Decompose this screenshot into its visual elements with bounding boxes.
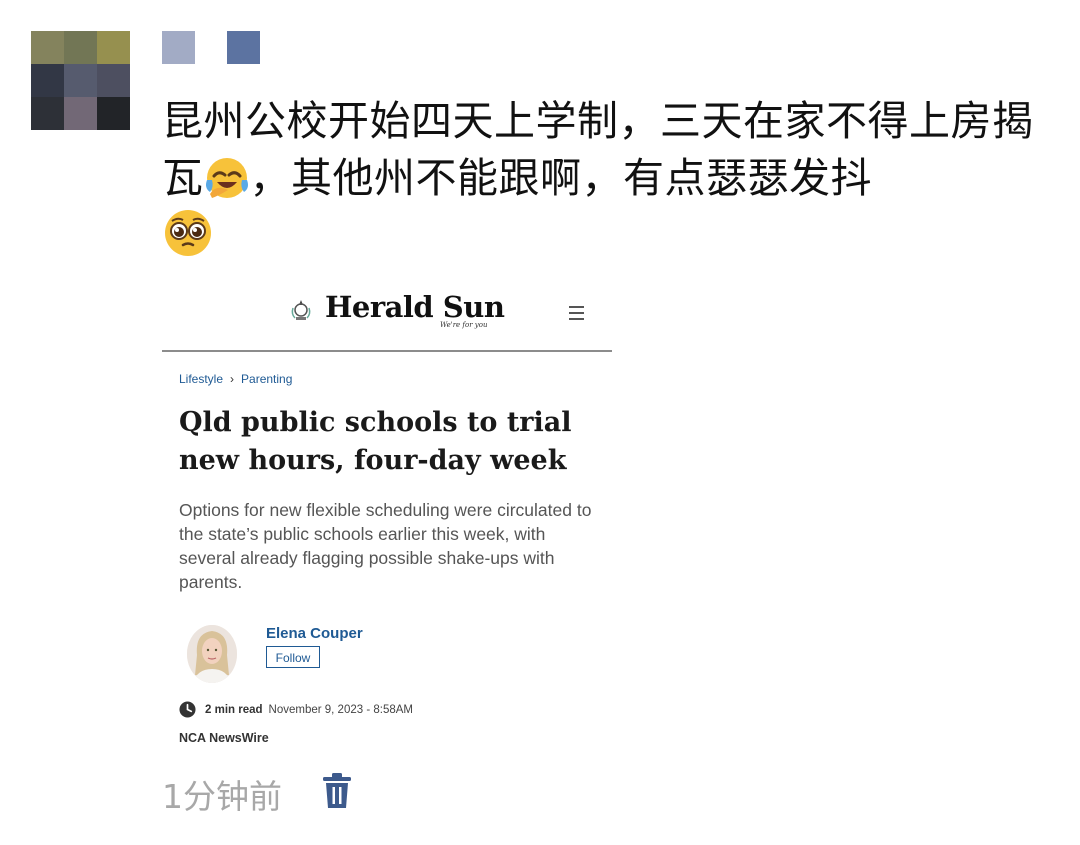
avatar-pixel [64, 64, 97, 97]
herald-sun-tagline: We're for you [440, 321, 488, 329]
article-meta: 2 min read November 9, 2023 - 8:58AM [179, 701, 413, 718]
name-blur-block [227, 31, 260, 64]
menu-bar [569, 318, 584, 320]
trash-icon[interactable] [322, 773, 352, 809]
avatar-pixel [31, 97, 64, 130]
article-headline[interactable]: Qld public schools to trial new hours, f… [179, 404, 589, 480]
read-time: 2 min read [205, 703, 263, 716]
herald-sun-crest-icon [291, 300, 311, 320]
breadcrumb-parenting[interactable]: Parenting [241, 372, 292, 386]
herald-sun-masthead: Herald Sun We're for you [162, 280, 612, 352]
clock-icon [179, 701, 196, 718]
avatar-pixel [64, 97, 97, 130]
name-blur-block [162, 31, 195, 64]
herald-sun-logo-text: Herald Sun [325, 290, 505, 324]
author-portrait [187, 625, 237, 683]
avatar-pixel [31, 64, 64, 97]
username-blurred[interactable] [162, 31, 260, 64]
menu-bar [569, 306, 584, 308]
user-avatar[interactable] [31, 31, 130, 130]
author-name[interactable]: Elena Couper [266, 625, 363, 642]
avatar-pixel [97, 31, 130, 64]
avatar-pixel [31, 31, 64, 64]
follow-button[interactable]: Follow [266, 646, 320, 668]
hamburger-menu-icon[interactable] [569, 306, 584, 320]
menu-bar [569, 312, 584, 314]
avatar-pixel [64, 31, 97, 64]
post-text-part2: ，其他州不能跟啊，有点瑟瑟发抖 [249, 154, 872, 202]
avatar-pixel [97, 64, 130, 97]
post-timestamp: 1分钟前 [162, 777, 282, 816]
breadcrumb-lifestyle[interactable]: Lifestyle [179, 372, 223, 386]
publish-date: November 9, 2023 - 8:58AM [268, 703, 413, 716]
author-photo[interactable] [187, 625, 237, 683]
pleading-face-icon [165, 210, 211, 256]
chevron-right-icon: › [230, 372, 235, 386]
shared-article-card[interactable]: Herald Sun We're for you Lifestyle › Paren… [162, 280, 612, 760]
face-with-tears-of-joy-icon [205, 158, 248, 198]
article-source: NCA NewsWire [179, 731, 269, 745]
breadcrumb: Lifestyle › Parenting [179, 372, 292, 386]
article-standfirst: Options for new flexible scheduling were… [179, 500, 592, 592]
avatar-pixel [97, 97, 130, 130]
post-text: 昆州公校开始四天上学制，三天在家不得上房揭瓦 ，其他州不能跟啊，有点瑟瑟发抖 [162, 93, 1042, 266]
